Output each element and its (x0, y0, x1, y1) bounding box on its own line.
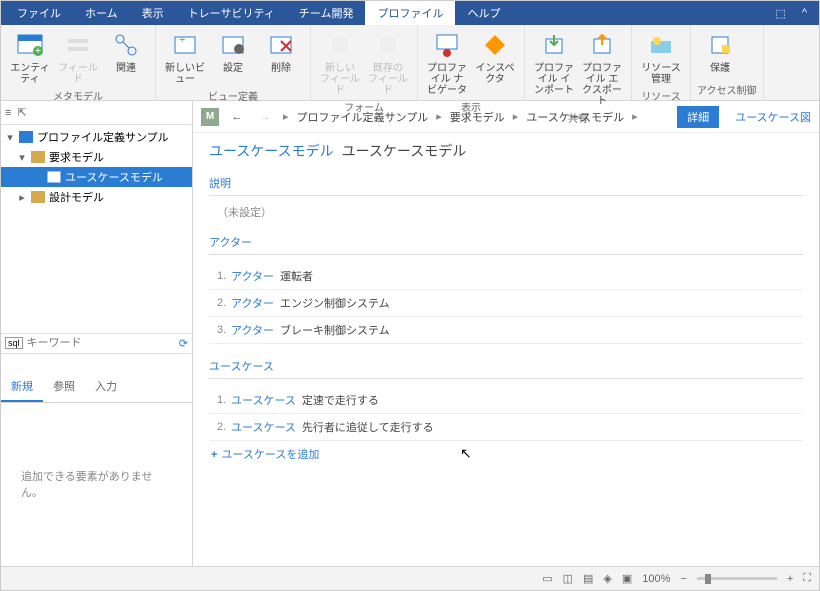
fullscreen-icon[interactable]: ⛶ (803, 572, 811, 585)
menu-file[interactable]: ファイル (5, 1, 73, 25)
menu-team[interactable]: チーム開発 (287, 1, 366, 25)
usecase-row[interactable]: 1.ユースケース定速で走行する (209, 387, 803, 414)
section-usecases: ユースケース 1.ユースケース定速で走行する 2.ユースケース先行者に追従して走… (209, 358, 803, 467)
svg-text:+: + (35, 45, 41, 57)
tree-node-root[interactable]: ▾プロファイル定義サンプル (1, 127, 192, 147)
tree-node-req[interactable]: ▾要求モデル (1, 147, 192, 167)
desc-label: 説明 (209, 175, 803, 196)
tab-ref[interactable]: 参照 (43, 372, 85, 402)
menu-profile[interactable]: プロファイル (365, 1, 455, 25)
entity-button[interactable]: +エンティティ (7, 27, 53, 87)
existfield-button: 既存の フィールド (365, 27, 411, 98)
newview-button[interactable]: +新しいビュー (162, 27, 208, 87)
menu-bar: ファイル ホーム 表示 トレーサビリティ チーム開発 プロファイル ヘルプ ⬚ … (1, 1, 819, 25)
relation-button[interactable]: 関連 (103, 27, 149, 87)
inspector-button[interactable]: インスペクタ (472, 27, 518, 98)
bottom-tabs: 新規 参照 入力 (1, 372, 192, 403)
tree-toolbar: ≡ ⇱ (1, 101, 192, 125)
layout3-icon[interactable]: ▤ (583, 572, 593, 585)
search-type-icon[interactable]: sql (5, 337, 23, 349)
layout4-icon[interactable]: ◈ (603, 572, 611, 585)
usecases-label: ユースケース (209, 358, 803, 379)
zoom-slider[interactable] (697, 577, 777, 580)
menu-view[interactable]: 表示 (130, 1, 176, 25)
section-desc: 説明 （未設定） (209, 175, 803, 220)
collapse-icon[interactable]: ≡ (5, 107, 11, 119)
back-button[interactable]: ← (227, 111, 247, 123)
actors-label: アクター (209, 234, 803, 255)
left-panel: ≡ ⇱ ▾プロファイル定義サンプル ▾要求モデル ユースケースモデル ▸設計モデ… (1, 101, 193, 566)
search-go-icon[interactable]: ⟳ (179, 337, 188, 350)
delete-button[interactable]: 削除 (258, 27, 304, 87)
actor-row[interactable]: 2.アクターエンジン制御システム (209, 290, 803, 317)
newfield-button: 新しい フィールド (317, 27, 363, 98)
export-button[interactable]: プロファイル エクスポート (579, 27, 625, 109)
content: ユースケースモデルユースケースモデル 説明 （未設定） アクター 1.アクター運… (193, 133, 819, 566)
menu-help[interactable]: ヘルプ (455, 1, 512, 25)
status-bar: ▭ ◫ ▤ ◈ ▣ 100% − + ⛶ (1, 566, 819, 590)
layout1-icon[interactable]: ▭ (542, 572, 552, 585)
window-icon[interactable]: ⬚ (767, 3, 793, 24)
layout5-icon[interactable]: ▣ (622, 572, 632, 585)
collapse2-icon[interactable]: ⇱ (17, 106, 26, 119)
search-input[interactable] (27, 337, 175, 349)
tree: ▾プロファイル定義サンプル ▾要求モデル ユースケースモデル ▸設計モデル (1, 125, 192, 209)
menu-home[interactable]: ホーム (73, 1, 130, 25)
search-row: sql ⟳ (1, 333, 192, 354)
empty-message: 追加できる要素がありません。 (1, 403, 192, 567)
settings-button[interactable]: 設定 (210, 27, 256, 87)
menu-traceability[interactable]: トレーサビリティ (176, 1, 287, 25)
group-access-label: アクセス制御 (697, 81, 757, 98)
desc-value[interactable]: （未設定） (209, 204, 803, 220)
actor-row[interactable]: 1.アクター運転者 (209, 263, 803, 290)
zoom-value: 100% (642, 573, 670, 585)
crumb-1[interactable]: 要求モデル (450, 109, 505, 125)
field-button: フィールド (55, 27, 101, 87)
ribbon: +エンティティ フィールド 関連 メタモデル +新しいビュー 設定 削除 ビュー… (1, 25, 819, 101)
layout2-icon[interactable]: ◫ (563, 572, 573, 585)
crumb-2[interactable]: ユースケースモデル (526, 109, 624, 125)
collapse-ribbon-icon[interactable]: ^ (794, 3, 815, 23)
tab-new[interactable]: 新規 (1, 372, 43, 402)
resource-button[interactable]: リソース管理 (638, 27, 684, 87)
section-actors: アクター 1.アクター運転者 2.アクターエンジン制御システム 3.アクターブレ… (209, 234, 803, 344)
detail-button[interactable]: 詳細 (677, 106, 719, 128)
svg-text:+: + (179, 34, 185, 46)
protect-button[interactable]: 保護 (697, 27, 743, 81)
page-title: ユースケースモデルユースケースモデル (209, 141, 803, 161)
actor-row[interactable]: 3.アクターブレーキ制御システム (209, 317, 803, 344)
usecase-row[interactable]: 2.ユースケース先行者に追従して走行する (209, 414, 803, 441)
forward-button[interactable]: → (255, 111, 275, 123)
tab-input[interactable]: 入力 (85, 372, 127, 402)
breadcrumb-bar: M ← → ▸ プロファイル定義サンプル▸ 要求モデル▸ ユースケースモデル▸ … (193, 101, 819, 133)
import-button[interactable]: プロファイル インポート (531, 27, 577, 109)
model-badge: M (201, 108, 219, 126)
tree-node-design[interactable]: ▸設計モデル (1, 187, 192, 207)
usecasediagram-link[interactable]: ユースケース図 (735, 109, 811, 125)
tree-node-usecase[interactable]: ユースケースモデル (1, 167, 192, 187)
crumb-0[interactable]: プロファイル定義サンプル (297, 109, 429, 125)
profilenav-button[interactable]: プロファイル ナビゲータ (424, 27, 470, 98)
right-panel: M ← → ▸ プロファイル定義サンプル▸ 要求モデル▸ ユースケースモデル▸ … (193, 101, 819, 566)
add-usecase[interactable]: +ユースケースを追加 (209, 441, 803, 467)
zoom-in[interactable]: + (787, 573, 793, 585)
zoom-out[interactable]: − (680, 573, 686, 585)
